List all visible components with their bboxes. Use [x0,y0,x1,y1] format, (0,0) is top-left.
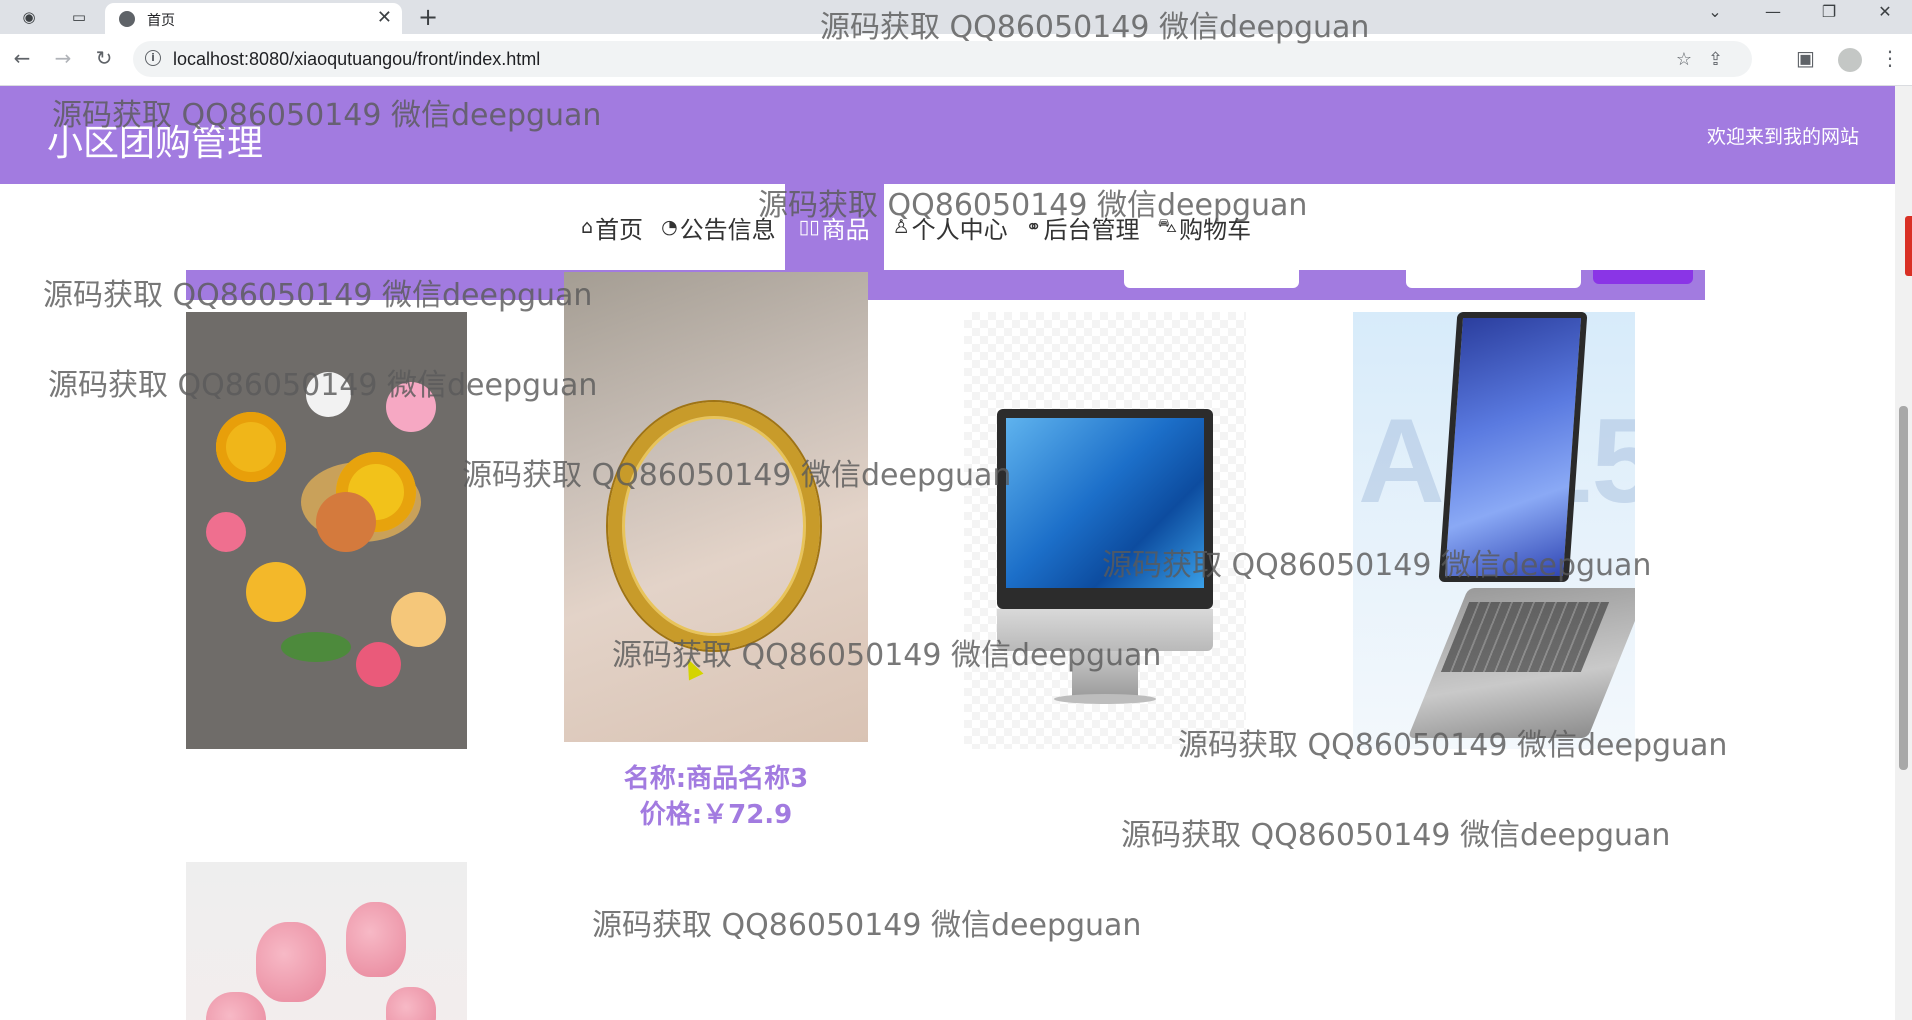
nav-item-profile[interactable]: ♙ 个人中心 [884,184,1017,270]
product-card[interactable]: 名称:商品名称3 价格:￥72.9 [564,272,868,830]
nav-item-label: 后台管理 [1043,215,1140,244]
browser-tab-bar: ◉ ▭ 首页 ✕ + ⌄ — ❐ ✕ [0,0,1912,34]
scroll-marker [1905,216,1912,276]
reload-icon[interactable]: ↻ [90,46,118,70]
nav-item-label: 购物车 [1179,215,1252,244]
nav-item-cart[interactable]: ⛍ 购物车 [1149,184,1261,270]
tab-search-dropdown-icon[interactable]: ⌄ [1692,2,1738,21]
globe-icon[interactable]: ◉ [16,5,42,29]
profile-avatar[interactable] [1838,48,1862,72]
close-tab-icon[interactable]: ✕ [377,7,392,28]
carnation-shape [206,512,246,552]
product-name[interactable]: 名称:商品名称3 [564,758,868,795]
cart-icon: ⛍ [1157,214,1178,237]
laptop-lid-shape [1438,312,1588,582]
nav-item-admin[interactable]: ⚭ 后台管理 [1017,184,1149,270]
bangle-ring-shape [608,402,820,650]
address-bar[interactable]: i localhost:8080/xiaoqutuangou/front/ind… [133,41,1752,77]
monitor-foot-shape [1054,694,1156,704]
nav-item-label: 首页 [595,215,644,244]
search-input-name[interactable] [1124,270,1299,288]
browser-tab-home[interactable]: 首页 ✕ [105,3,402,34]
product-card[interactable] [186,312,467,749]
carnation-shape [386,382,436,432]
rose-shape [391,592,446,647]
nav-item-products[interactable]: ▯▯ 商品 [784,184,884,270]
nav-item-announcements[interactable]: ◔ 公告信息 [652,184,785,270]
url-text[interactable]: localhost:8080/xiaoqutuangou/front/index… [173,49,540,70]
nav-item-home[interactable]: ⌂ 首页 [572,184,652,270]
tab-title: 首页 [147,13,175,29]
site-title: 小区团购管理 [47,123,264,164]
roses-image[interactable] [186,862,467,1020]
laptop-image[interactable]: Air15 [1353,312,1635,749]
nav-item-label: 商品 [821,215,870,244]
carnation-shape [356,642,401,687]
product-price: 价格:￥72.9 [639,800,793,830]
rose-shape [306,372,351,417]
product-card[interactable] [964,312,1246,749]
nav-item-label: 公告信息 [679,215,776,244]
rose-shape [256,922,326,1002]
rose-shape [346,902,406,977]
monitor-stand-shape [1072,651,1138,696]
globe-icon [119,11,135,27]
scrollbar-thumb[interactable] [1899,406,1908,770]
browser-toolbar: ← → ↻ i localhost:8080/xiaoqutuangou/fro… [0,34,1912,86]
site-header: 小区团购管理 欢迎来到我的网站 [0,86,1895,184]
eggs-shape [316,492,376,552]
leaves-shape [281,632,351,662]
sunflower-shape [246,562,306,622]
link-icon: ⚭ [1025,216,1042,238]
page-viewport: 小区团购管理 欢迎来到我的网站 ⌂ 首页 ◔ 公告信息 ▯▯ 商品 ♙ 个人中心… [0,86,1895,1020]
user-icon: ♙ [892,216,910,238]
rose-shape [386,987,436,1020]
side-panel-icon[interactable]: ▣ [1796,46,1815,70]
welcome-text: 欢迎来到我的网站 [1706,126,1859,148]
rose-shape [206,992,266,1020]
search-bar-area [186,270,1705,300]
bookmark-star-icon[interactable]: ☆ [1676,49,1692,70]
sunflower-shape [216,412,286,482]
search-button[interactable] [1593,270,1693,284]
home-icon: ⌂ [581,216,594,238]
forward-arrow-icon[interactable]: → [49,46,77,70]
close-window-button[interactable]: ✕ [1862,2,1908,21]
search-input-price[interactable] [1406,270,1581,288]
share-icon[interactable]: ⇪ [1708,49,1723,70]
gold-bangle-image[interactable] [564,272,868,742]
tab-strip-icon[interactable]: ▭ [66,5,92,29]
product-card[interactable] [186,862,467,1020]
back-arrow-icon[interactable]: ← [8,46,36,70]
new-tab-button[interactable]: + [418,3,438,31]
main-nav: ⌂ 首页 ◔ 公告信息 ▯▯ 商品 ♙ 个人中心 ⚭ 后台管理 ⛍ 购物车 [572,184,1260,270]
imac-image[interactable] [964,312,1246,749]
restore-button[interactable]: ❐ [1806,2,1852,21]
flower-basket-image[interactable] [186,312,467,749]
minimize-button[interactable]: — [1750,2,1796,21]
nav-item-label: 个人中心 [911,215,1008,244]
monitor-chin-shape [997,609,1213,651]
palette-icon: ◔ [661,216,678,238]
site-info-icon[interactable]: i [145,50,161,66]
laptop-keyboard-shape [1440,602,1610,672]
columns-icon: ▯▯ [798,216,820,238]
monitor-screen-shape [997,409,1213,609]
menu-dots-icon[interactable]: ⋮ [1880,46,1900,70]
product-card[interactable]: Air15 [1353,312,1635,749]
